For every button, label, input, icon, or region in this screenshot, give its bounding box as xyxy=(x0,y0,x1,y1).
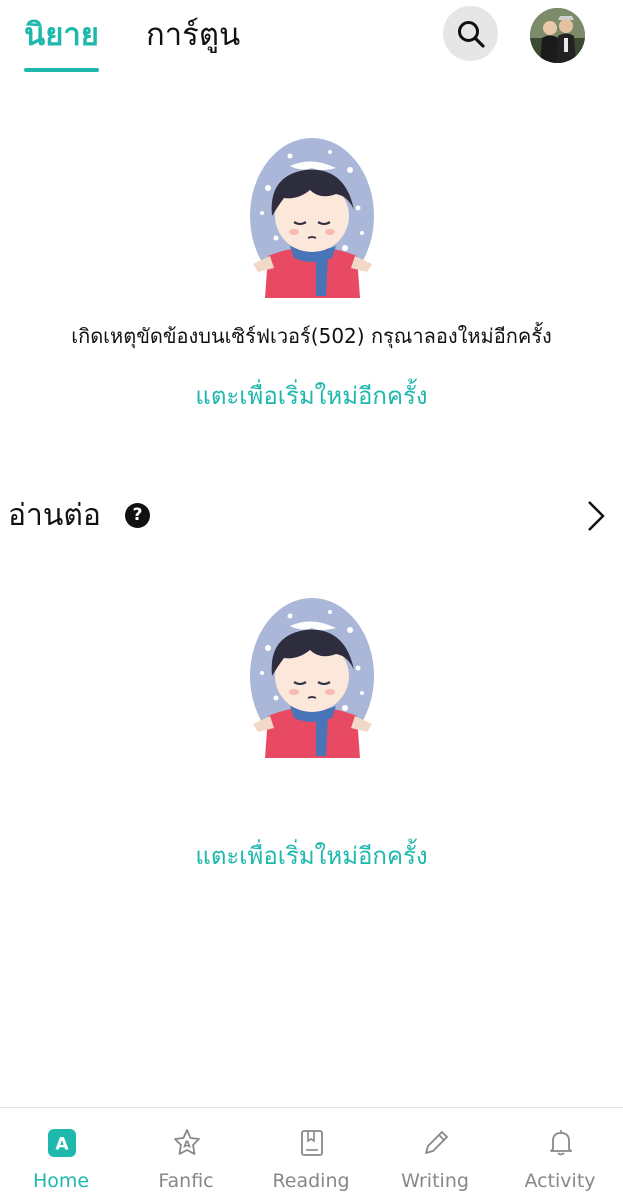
nav-fanfic-label: Fanfic xyxy=(158,1170,214,1192)
nav-writing-label: Writing xyxy=(401,1170,469,1192)
top-bar: นิยาย การ์ตูน xyxy=(0,0,623,78)
pencil-icon xyxy=(425,1131,448,1154)
search-icon xyxy=(457,20,485,48)
nav-reading[interactable]: Reading xyxy=(256,1108,366,1199)
search-button[interactable] xyxy=(443,6,498,61)
nav-writing[interactable]: Writing xyxy=(380,1108,490,1199)
nav-fanfic[interactable]: A Fanfic xyxy=(131,1108,241,1199)
nav-activity-label: Activity xyxy=(524,1170,596,1192)
tab-cartoon-label: การ์ตูน xyxy=(146,17,241,53)
nav-home-label: Home xyxy=(32,1170,90,1192)
error-illustration-2 xyxy=(250,598,375,758)
retry-link[interactable]: แตะเพื่อเริ่มใหม่อีกครั้ง xyxy=(0,376,623,415)
svg-text:A: A xyxy=(183,1140,191,1151)
section-title: อ่านต่อ xyxy=(8,498,101,533)
bottom-nav: A Home A Fanfic Reading Writing Activity xyxy=(0,1107,623,1199)
book-icon xyxy=(301,1130,323,1156)
nav-activity[interactable]: Activity xyxy=(505,1108,615,1199)
active-tab-indicator xyxy=(24,68,99,72)
retry-link-2[interactable]: แตะเพื่อเริ่มใหม่อีกครั้ง xyxy=(0,836,623,875)
error-illustration xyxy=(250,138,375,298)
help-icon[interactable]: ? xyxy=(125,503,150,528)
nav-reading-label: Reading xyxy=(272,1170,350,1192)
bell-icon xyxy=(550,1130,572,1156)
fanfic-star-icon: A xyxy=(174,1129,200,1155)
error-message: เกิดเหตุขัดข้องบนเซิร์ฟเวอร์(502) กรุณาล… xyxy=(71,324,552,348)
avatar[interactable] xyxy=(530,8,585,63)
tab-novel[interactable]: นิยาย xyxy=(24,14,99,72)
tab-novel-label: นิยาย xyxy=(24,17,99,53)
nav-home[interactable]: A Home xyxy=(6,1108,116,1199)
home-a-icon: A xyxy=(48,1129,76,1157)
tab-cartoon[interactable]: การ์ตูน xyxy=(146,14,240,56)
svg-text:A: A xyxy=(55,1135,69,1155)
continue-reading-header[interactable]: อ่านต่อ ? xyxy=(8,496,608,536)
profile-photo-icon xyxy=(530,8,585,63)
chevron-right-icon[interactable] xyxy=(583,496,608,536)
